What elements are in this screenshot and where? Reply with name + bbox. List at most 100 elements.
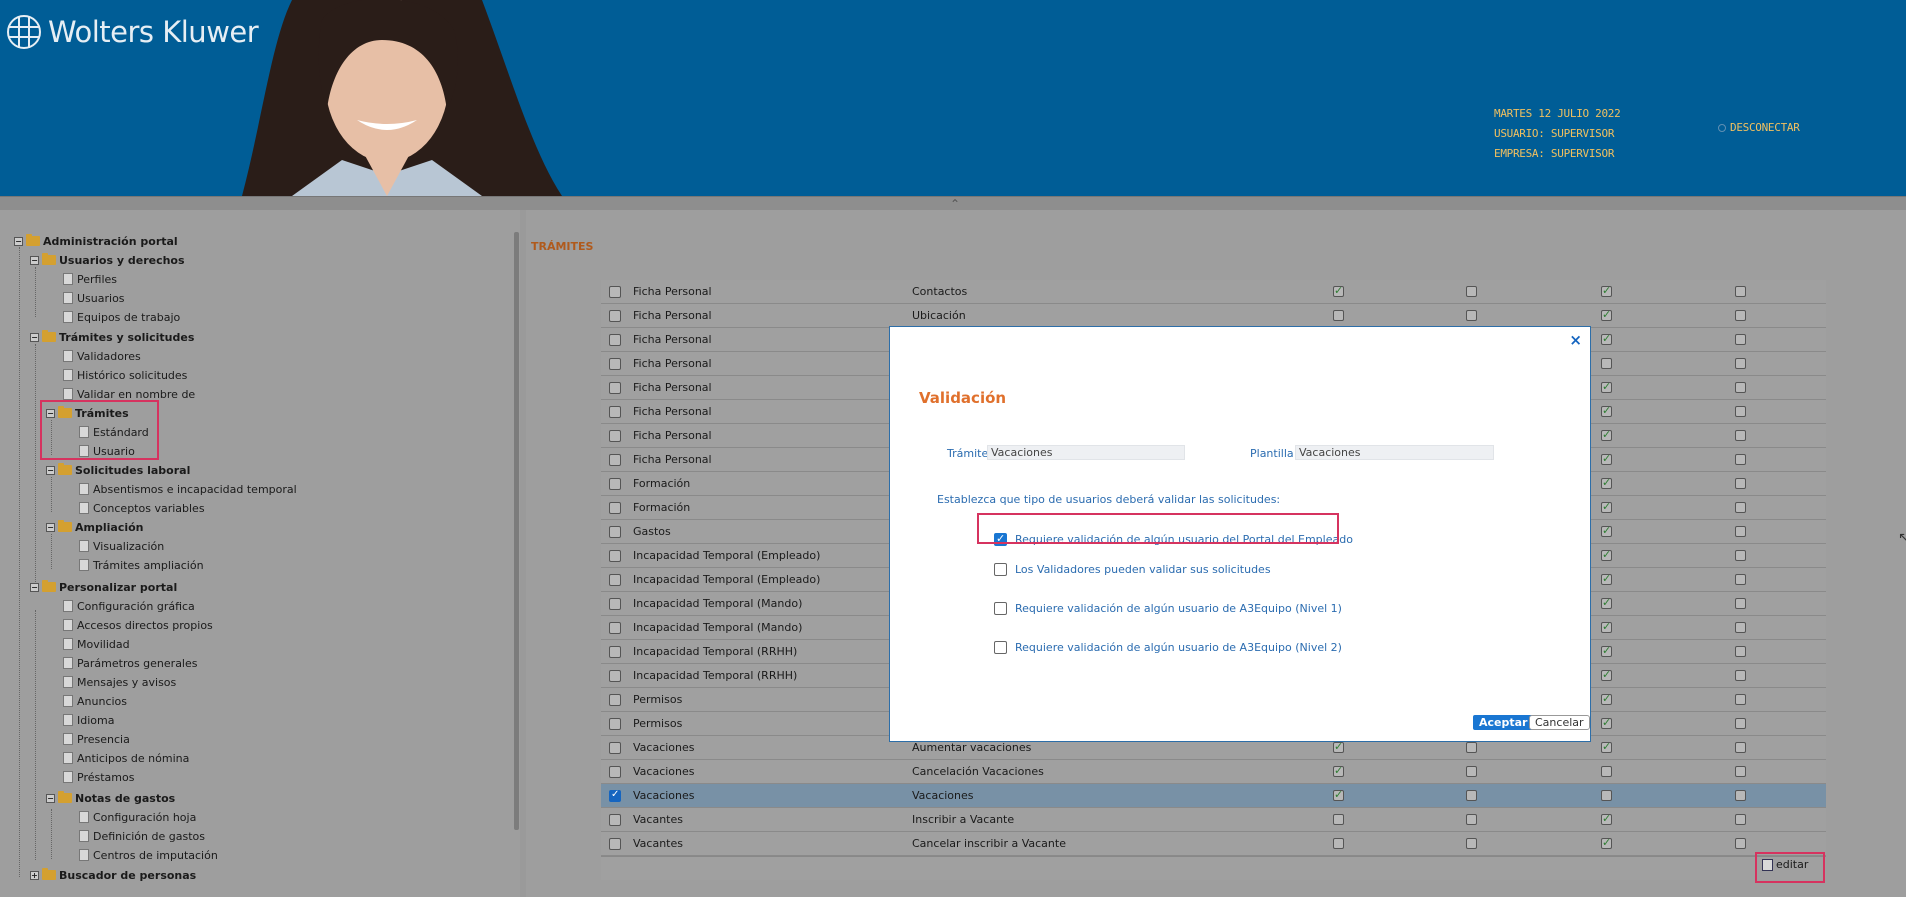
row-flag-checkbox[interactable] — [1735, 334, 1746, 345]
tree-node-buscador[interactable]: + Buscador de personas — [30, 867, 196, 883]
tree-leaf-config-hoja[interactable]: Configuración hoja — [79, 809, 196, 825]
tree-node-personalizar[interactable]: − Personalizar portal — [30, 579, 177, 595]
row-select-checkbox[interactable] — [609, 454, 621, 466]
row-flag-checkbox[interactable] — [1601, 308, 1612, 321]
row-select-checkbox[interactable] — [609, 406, 621, 418]
tree-leaf-conceptos[interactable]: Conceptos variables — [79, 500, 205, 516]
table-row[interactable]: Vacaciones Cancelación Vacaciones — [601, 760, 1826, 784]
row-flag-checkbox[interactable] — [1735, 550, 1746, 561]
row-select-checkbox[interactable] — [609, 814, 621, 826]
tree-leaf-presencia[interactable]: Presencia — [63, 731, 130, 747]
tree-leaf-centros[interactable]: Centros de imputación — [79, 847, 218, 863]
table-row[interactable]: Ficha Personal Ubicación — [601, 304, 1826, 328]
row-flag-checkbox[interactable] — [1735, 358, 1746, 369]
tree-leaf-perfiles[interactable]: Perfiles — [63, 271, 117, 287]
table-row[interactable]: Vacantes Inscribir a Vacante — [601, 808, 1826, 832]
row-select-checkbox[interactable] — [609, 286, 621, 298]
expand-toggle-icon[interactable]: + — [30, 870, 39, 880]
row-select-checkbox[interactable] — [609, 382, 621, 394]
collapse-toggle-icon[interactable]: − — [46, 793, 55, 803]
tree-scrollbar[interactable] — [514, 232, 519, 830]
row-select-checkbox[interactable] — [609, 718, 621, 730]
row-select-checkbox[interactable] — [609, 789, 621, 802]
row-flag-checkbox[interactable] — [1735, 766, 1746, 777]
row-flag-checkbox[interactable] — [1333, 284, 1344, 297]
row-flag-checkbox[interactable] — [1601, 476, 1612, 489]
row-flag-checkbox[interactable] — [1601, 452, 1612, 465]
tree-leaf-accesos[interactable]: Accesos directos propios — [63, 617, 213, 633]
row-flag-checkbox[interactable] — [1601, 332, 1612, 345]
row-flag-checkbox[interactable] — [1601, 380, 1612, 393]
tree-leaf-anticipos[interactable]: Anticipos de nómina — [63, 750, 189, 766]
row-flag-checkbox[interactable] — [1466, 742, 1477, 753]
tree-leaf-anuncios[interactable]: Anuncios — [63, 693, 127, 709]
row-flag-checkbox[interactable] — [1735, 598, 1746, 609]
row-flag-checkbox[interactable] — [1735, 382, 1746, 393]
row-select-checkbox[interactable] — [609, 838, 621, 850]
tree-node-usuarios-derechos[interactable]: − Usuarios y derechos — [30, 252, 185, 268]
row-select-checkbox[interactable] — [609, 478, 621, 490]
row-flag-checkbox[interactable] — [1735, 646, 1746, 657]
collapse-toggle-icon[interactable]: − — [46, 465, 55, 475]
row-flag-checkbox[interactable] — [1466, 814, 1477, 825]
plantilla-field[interactable]: Vacaciones — [1295, 445, 1494, 460]
row-flag-checkbox[interactable] — [1601, 620, 1612, 633]
checkbox-validadores[interactable] — [994, 563, 1007, 576]
row-flag-checkbox[interactable] — [1601, 740, 1612, 753]
row-flag-checkbox[interactable] — [1333, 310, 1344, 321]
checkbox-a3equipo-nivel2[interactable] — [994, 641, 1007, 654]
row-flag-checkbox[interactable] — [1601, 790, 1612, 801]
row-select-checkbox[interactable] — [609, 598, 621, 610]
row-flag-checkbox[interactable] — [1735, 670, 1746, 681]
row-flag-checkbox[interactable] — [1735, 694, 1746, 705]
row-flag-checkbox[interactable] — [1601, 572, 1612, 585]
tree-node-administracion-portal[interactable]: − Administración portal — [14, 233, 178, 249]
row-flag-checkbox[interactable] — [1735, 406, 1746, 417]
collapse-toggle-icon[interactable]: − — [30, 255, 39, 265]
tree-leaf-tramites-ampliacion[interactable]: Trámites ampliación — [79, 557, 204, 573]
tree-leaf-absentismos[interactable]: Absentismos e incapacidad temporal — [79, 481, 297, 497]
checkbox-a3equipo-nivel1[interactable] — [994, 602, 1007, 615]
row-select-checkbox[interactable] — [609, 502, 621, 514]
row-flag-checkbox[interactable] — [1333, 838, 1344, 849]
row-flag-checkbox[interactable] — [1735, 574, 1746, 585]
row-flag-checkbox[interactable] — [1466, 790, 1477, 801]
row-flag-checkbox[interactable] — [1601, 716, 1612, 729]
row-flag-checkbox[interactable] — [1735, 742, 1746, 753]
row-flag-checkbox[interactable] — [1333, 764, 1344, 777]
row-flag-checkbox[interactable] — [1735, 838, 1746, 849]
row-select-checkbox[interactable] — [609, 334, 621, 346]
close-icon[interactable]: × — [1569, 331, 1582, 349]
tree-leaf-definicion-gastos[interactable]: Definición de gastos — [79, 828, 205, 844]
row-flag-checkbox[interactable] — [1735, 718, 1746, 729]
row-flag-checkbox[interactable] — [1735, 790, 1746, 801]
row-select-checkbox[interactable] — [609, 310, 621, 322]
row-flag-checkbox[interactable] — [1601, 404, 1612, 417]
tree-leaf-validadores[interactable]: Validadores — [63, 348, 141, 364]
row-flag-checkbox[interactable] — [1735, 310, 1746, 321]
row-flag-checkbox[interactable] — [1466, 838, 1477, 849]
row-flag-checkbox[interactable] — [1735, 454, 1746, 465]
tramite-field[interactable]: Vacaciones — [987, 445, 1185, 460]
row-flag-checkbox[interactable] — [1601, 428, 1612, 441]
tree-node-solicitudes-laboral[interactable]: − Solicitudes laboral — [46, 462, 190, 478]
row-select-checkbox[interactable] — [609, 694, 621, 706]
tree-leaf-equipos[interactable]: Equipos de trabajo — [63, 309, 180, 325]
row-select-checkbox[interactable] — [609, 622, 621, 634]
row-flag-checkbox[interactable] — [1735, 502, 1746, 513]
collapse-toggle-icon[interactable]: − — [14, 236, 23, 246]
row-flag-checkbox[interactable] — [1601, 284, 1612, 297]
row-select-checkbox[interactable] — [609, 526, 621, 538]
row-select-checkbox[interactable] — [609, 670, 621, 682]
row-flag-checkbox[interactable] — [1466, 286, 1477, 297]
tree-leaf-prestamos[interactable]: Préstamos — [63, 769, 134, 785]
tree-node-notas-gastos[interactable]: − Notas de gastos — [46, 790, 175, 806]
row-flag-checkbox[interactable] — [1601, 596, 1612, 609]
row-flag-checkbox[interactable] — [1466, 310, 1477, 321]
row-flag-checkbox[interactable] — [1601, 524, 1612, 537]
option-validadores[interactable]: Los Validadores pueden validar sus solic… — [994, 563, 1271, 576]
table-row[interactable]: Ficha Personal Contactos — [601, 280, 1826, 304]
row-flag-checkbox[interactable] — [1735, 478, 1746, 489]
tree-leaf-movilidad[interactable]: Movilidad — [63, 636, 130, 652]
row-flag-checkbox[interactable] — [1735, 430, 1746, 441]
